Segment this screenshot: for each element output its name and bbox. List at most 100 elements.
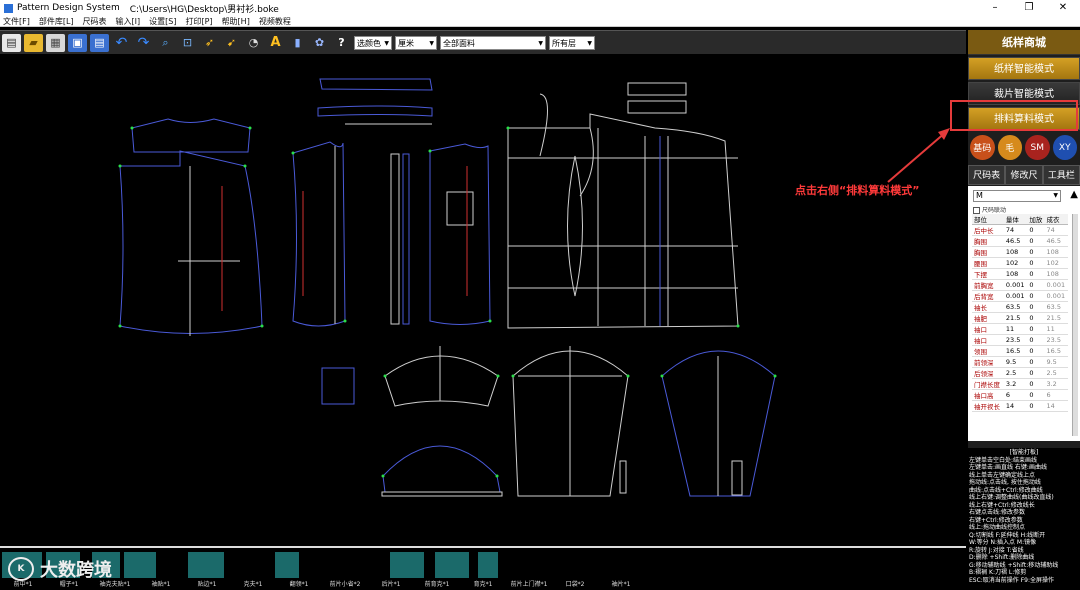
cell-body[interactable]: 9.5	[1003, 356, 1028, 368]
fabric-select[interactable]: 全部面料	[440, 35, 546, 51]
menu-input[interactable]: 输入[I]	[116, 16, 141, 27]
xy-button[interactable]: XY	[1052, 135, 1077, 160]
pointer-icon[interactable]: ➹	[222, 34, 241, 52]
cell-ease[interactable]: 0	[1027, 367, 1045, 379]
table-row[interactable]: 前胸宽 0.001 0 0.001	[972, 279, 1068, 291]
cell-body[interactable]: 46.5	[1003, 235, 1028, 247]
select-icon[interactable]: ⊡	[178, 34, 197, 52]
cell-ease[interactable]: 0	[1027, 268, 1045, 280]
cell-ease[interactable]: 0	[1027, 356, 1045, 368]
menu-help[interactable]: 帮助[H]	[222, 16, 250, 27]
import-icon[interactable]: ▣	[68, 33, 87, 52]
redo-icon[interactable]: ↷	[134, 34, 153, 52]
fan-icon[interactable]: ✿	[310, 34, 329, 52]
zoom-icon[interactable]: ⌕	[156, 34, 175, 52]
cell-body[interactable]: 6	[1003, 389, 1028, 401]
table-row[interactable]: 腰围 102 0 102	[972, 257, 1068, 269]
cell-body[interactable]: 108	[1003, 268, 1028, 280]
cell-body[interactable]: 21.5	[1003, 312, 1028, 324]
table-row[interactable]: 门襟长度 3.2 0 3.2	[972, 378, 1068, 390]
cell-body[interactable]: 74	[1003, 224, 1028, 236]
size-select[interactable]: M	[973, 190, 1061, 202]
cell-body[interactable]: 16.5	[1003, 345, 1028, 357]
cell-ease[interactable]: 0	[1027, 246, 1045, 258]
piece-strip[interactable]: 前中*1 帽子*1 袖克夫贴*1 袖贴*1 贴边*1 克夫*1 翻领*1 前片小…	[0, 546, 966, 590]
unit-select[interactable]: 厘米	[395, 35, 437, 51]
pattern-mall-button[interactable]: 纸样商城	[968, 30, 1080, 55]
cell-ease[interactable]: 0	[1027, 290, 1045, 302]
tab-toolbar[interactable]: 工具栏	[1042, 165, 1080, 185]
cell-body[interactable]: 3.2	[1003, 378, 1028, 390]
pattern-canvas[interactable]: ✎ ◿ ✂ ⚒ ▤ ⟋ ◔ ▬ ⛏ ▮ ⧉ ⚒	[0, 56, 966, 587]
strip-piece[interactable]	[124, 552, 156, 578]
tab-modify-size[interactable]: 修改尺寸	[1005, 165, 1043, 201]
menu-size-table[interactable]: 尺码表	[83, 16, 107, 27]
cell-ease[interactable]: 0	[1027, 389, 1045, 401]
export-icon[interactable]: ▤	[90, 33, 109, 52]
table-row[interactable]: 袖口 23.5 0 23.5	[972, 334, 1068, 346]
cell-body[interactable]: 23.5	[1003, 334, 1028, 346]
cell-ease[interactable]: 0	[1027, 257, 1045, 269]
table-row[interactable]: 胸围 46.5 0 46.5	[972, 235, 1068, 247]
table-row[interactable]: 前领深 9.5 0 9.5	[972, 356, 1068, 368]
layer-select[interactable]: 所有层	[549, 35, 595, 51]
undo-icon[interactable]: ↶	[112, 34, 131, 52]
save-icon[interactable]: ▦	[46, 33, 65, 52]
cell-ease[interactable]: 0	[1027, 301, 1045, 313]
cell-body[interactable]: 2.5	[1003, 367, 1028, 379]
cell-ease[interactable]: 0	[1027, 279, 1045, 291]
table-row[interactable]: 袖开衩长 14 0 14	[972, 400, 1068, 412]
arrow-tool-icon[interactable]: ➶	[200, 34, 219, 52]
color-select[interactable]: 选颜色	[354, 35, 392, 51]
cell-ease[interactable]: 0	[1027, 378, 1045, 390]
strip-piece[interactable]	[435, 552, 469, 578]
size-link-checkbox[interactable]: 尺码联动	[973, 205, 1080, 214]
table-row[interactable]: 领围 16.5 0 16.5	[972, 345, 1068, 357]
menu-video-tutorial[interactable]: 视频教程	[259, 16, 291, 27]
pattern-smart-mode-button[interactable]: 纸样智能模式	[968, 57, 1080, 80]
table-row[interactable]: 下摆 108 0 108	[972, 268, 1068, 280]
seam-allowance-button[interactable]: 毛	[997, 135, 1022, 160]
strip-piece[interactable]	[390, 552, 424, 578]
table-row[interactable]: 袖口 11 0 11	[972, 323, 1068, 335]
cell-ease[interactable]: 0	[1027, 345, 1045, 357]
cell-ease[interactable]: 0	[1027, 224, 1045, 236]
strip-piece[interactable]	[478, 552, 498, 578]
menu-library[interactable]: 部件库[L]	[39, 16, 74, 27]
cell-body[interactable]: 11	[1003, 323, 1028, 335]
table-row[interactable]: 袖肥 21.5 0 21.5	[972, 312, 1068, 324]
collapse-icon[interactable]: ▲	[1070, 189, 1078, 200]
dot-tool-icon[interactable]: ◔	[244, 34, 263, 52]
table-row[interactable]: 胸围 108 0 108	[972, 246, 1068, 258]
cell-ease[interactable]: 0	[1027, 400, 1045, 412]
menu-settings[interactable]: 设置[S]	[149, 16, 176, 27]
cell-body[interactable]: 108	[1003, 246, 1028, 258]
menu-print[interactable]: 打印[P]	[185, 16, 212, 27]
cell-ease[interactable]: 0	[1027, 312, 1045, 324]
close-icon[interactable]: ✕	[1046, 0, 1080, 16]
menu-file[interactable]: 文件[F]	[3, 16, 30, 27]
table-row[interactable]: 后背宽 0.001 0 0.001	[972, 290, 1068, 302]
table-row[interactable]: 后中长 74 0 74	[972, 224, 1068, 236]
cell-body[interactable]: 0.001	[1003, 279, 1028, 291]
cell-ease[interactable]: 0	[1027, 323, 1045, 335]
sm-button[interactable]: SM	[1025, 135, 1050, 160]
open-folder-icon[interactable]: ▰	[24, 33, 43, 52]
base-size-button[interactable]: 基码	[970, 135, 995, 160]
table-row[interactable]: 袖口高 6 0 6	[972, 389, 1068, 401]
size-table-scrollbar[interactable]	[1072, 214, 1078, 436]
minimize-icon[interactable]: –	[978, 0, 1012, 16]
new-file-icon[interactable]: ▤	[2, 33, 21, 52]
cell-body[interactable]: 63.5	[1003, 301, 1028, 313]
strip-piece[interactable]	[188, 552, 224, 578]
cell-body[interactable]: 0.001	[1003, 290, 1028, 302]
table-row[interactable]: 袖长 63.5 0 63.5	[972, 301, 1068, 313]
grading-icon[interactable]: ▮	[288, 34, 307, 52]
cell-body[interactable]: 102	[1003, 257, 1028, 269]
cell-body[interactable]: 14	[1003, 400, 1028, 412]
help-icon[interactable]: ?	[332, 34, 351, 52]
maximize-icon[interactable]: ❐	[1012, 0, 1046, 16]
table-row[interactable]: 后领深 2.5 0 2.5	[972, 367, 1068, 379]
cell-ease[interactable]: 0	[1027, 235, 1045, 247]
cell-ease[interactable]: 0	[1027, 334, 1045, 346]
